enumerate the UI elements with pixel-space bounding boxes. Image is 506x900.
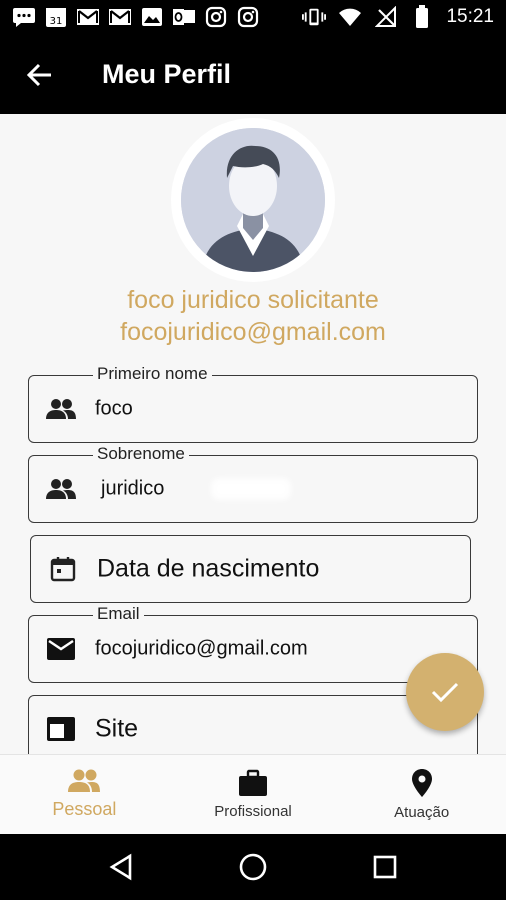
tab-atuacao-label: Atuação [394, 804, 450, 821]
bottom-navigation: Pessoal Profissional Atuação [0, 754, 506, 834]
message-icon [12, 6, 36, 28]
system-recents-button[interactable] [365, 847, 405, 887]
first-name-value: foco [95, 397, 133, 420]
battery-icon [410, 5, 434, 28]
status-bar: 31 15:21 [0, 0, 506, 36]
tab-pessoal-label: Pessoal [52, 799, 117, 819]
first-name-field[interactable]: Primeiro nome foco [28, 364, 478, 443]
site-placeholder: Site [95, 714, 139, 743]
triangle-back-icon [109, 853, 132, 881]
birth-date-field[interactable]: Data de nascimento [30, 535, 471, 603]
tab-atuacao[interactable]: Atuação [337, 755, 506, 834]
last-name-value: juridico [101, 477, 165, 500]
people-icon [45, 473, 77, 505]
calendar-icon: 31 [44, 6, 68, 28]
people-icon [68, 769, 101, 792]
avatar-placeholder-icon [181, 128, 325, 272]
svg-text:31: 31 [50, 16, 63, 27]
arrow-back-icon [26, 63, 51, 87]
web-icon [45, 713, 77, 745]
last-name-label: Sobrenome [93, 444, 189, 464]
first-name-label: Primeiro nome [93, 364, 212, 384]
check-icon [431, 682, 459, 703]
circle-home-icon [239, 853, 267, 881]
instagram-icon [236, 6, 260, 28]
briefcase-icon [239, 769, 267, 796]
birth-date-placeholder: Data de nascimento [97, 554, 320, 583]
gmail-icon [108, 6, 132, 28]
square-recents-icon [373, 855, 397, 879]
back-button[interactable] [22, 60, 56, 90]
email-value: focojuridico@gmail.com [95, 637, 308, 660]
avatar[interactable] [171, 118, 335, 282]
email-label: Email [93, 604, 144, 624]
vibrate-icon [302, 6, 327, 28]
outlook-icon [172, 6, 196, 28]
calendar-icon [47, 553, 79, 585]
system-status-icons: 15:21 [302, 5, 494, 28]
tab-pessoal[interactable]: Pessoal [0, 755, 169, 834]
no-signal-icon [374, 6, 398, 28]
image-icon [140, 6, 164, 28]
system-back-button[interactable] [101, 847, 141, 887]
tab-profissional[interactable]: Profissional [169, 755, 338, 834]
system-navigation-bar [0, 834, 506, 900]
notification-icons: 31 [12, 6, 260, 28]
wifi-icon [338, 6, 362, 28]
app-bar: Meu Perfil [0, 36, 506, 114]
profile-email: focojuridico@gmail.com [120, 318, 386, 346]
save-fab-button[interactable] [406, 653, 484, 731]
location-pin-icon [411, 769, 432, 797]
last-name-field[interactable]: Sobrenome juridico [28, 444, 478, 523]
instagram-icon [204, 6, 228, 28]
page-title: Meu Perfil [102, 59, 232, 89]
text-cursor-blur [211, 478, 291, 500]
tab-profissional-label: Profissional [214, 803, 292, 820]
system-home-button[interactable] [233, 847, 273, 887]
people-icon [45, 393, 77, 425]
profile-name: foco juridico solicitante [127, 286, 379, 314]
clock: 15:21 [446, 6, 494, 27]
mail-icon [45, 633, 77, 665]
gmail-icon [76, 6, 100, 28]
